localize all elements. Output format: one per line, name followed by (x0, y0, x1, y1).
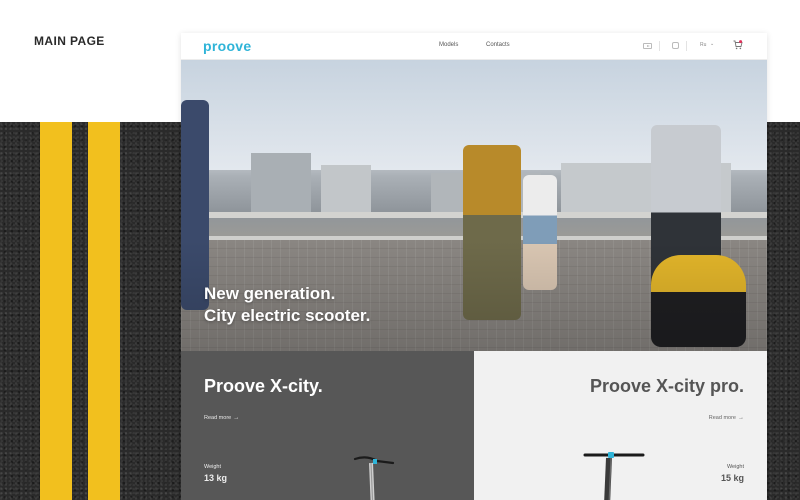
page-caption: MAIN PAGE (34, 34, 105, 48)
read-more-link[interactable]: Read more → (709, 415, 744, 421)
product-card-x-city-pro: Proove X-city pro. Read more → Weight 15 … (474, 351, 767, 500)
product-card-x-city: Proove X-city. Read more → Weight 13 kg (181, 351, 474, 500)
chevron-down-icon: ⌄ (710, 41, 715, 47)
hero-title-line: New generation. (204, 284, 336, 303)
cart-icon[interactable] (733, 39, 743, 49)
arrow-right-icon: → (233, 415, 240, 421)
road-line (88, 122, 120, 500)
website-mockup: proove Models Contacts Ru ⌄ New generati… (181, 33, 767, 500)
nav-divider (659, 41, 660, 51)
logo[interactable]: proove (203, 38, 251, 54)
nav-divider (686, 41, 687, 51)
scooter-image (353, 456, 395, 500)
arrow-right-icon: → (738, 415, 744, 421)
weight-value: 15 kg (720, 473, 744, 483)
read-more-label: Read more (708, 415, 736, 421)
product-title: Proove X-city pro. (589, 376, 744, 396)
top-navigation: proove Models Contacts Ru ⌄ (181, 33, 767, 60)
hero-title-line: City electric scooter. (204, 306, 371, 325)
weight-value: 13 kg (204, 473, 228, 483)
road-line (40, 122, 72, 500)
product-title: Proove X-city. (204, 376, 323, 396)
read-more-label: Read more (204, 415, 232, 421)
weight-label: Weight (204, 464, 222, 470)
instagram-icon[interactable] (670, 41, 680, 50)
youtube-icon[interactable] (642, 41, 652, 50)
scooter-image (583, 452, 645, 500)
hero-title: New generation. City electric scooter. (204, 283, 370, 327)
hero-banner: New generation. City electric scooter. (181, 60, 767, 351)
language-selector[interactable]: Ru (700, 42, 706, 48)
nav-link-contacts[interactable]: Contacts (486, 42, 510, 48)
nav-link-models[interactable]: Models (439, 42, 458, 48)
weight-label: Weight (726, 464, 744, 470)
read-more-link[interactable]: Read more → (204, 415, 239, 421)
